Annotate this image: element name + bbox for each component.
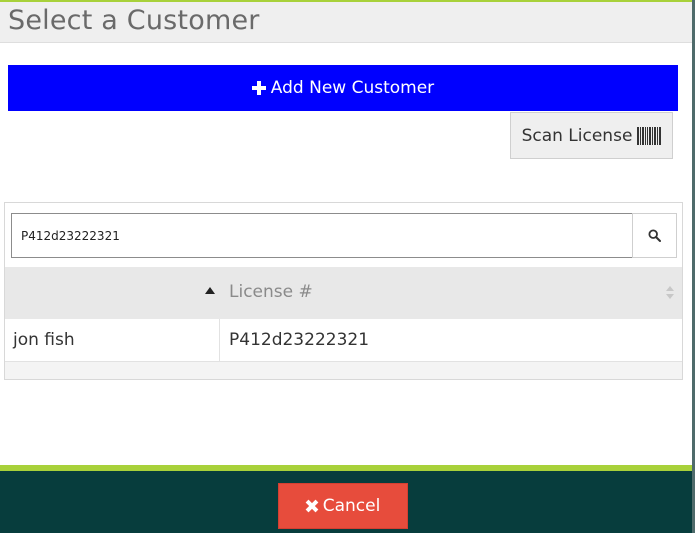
times-icon <box>306 500 318 512</box>
plus-icon <box>251 81 266 95</box>
sort-icon <box>666 286 674 300</box>
search-button[interactable] <box>632 213 677 258</box>
page: Select a Customer Add New Customer Scan … <box>0 0 695 533</box>
cell-license-text: P412d23222321 <box>229 330 370 350</box>
cancel-label: Cancel <box>322 496 381 516</box>
column-header-license[interactable]: License # <box>220 267 682 319</box>
modal-header: Select a Customer <box>0 0 692 43</box>
search-box <box>11 213 633 258</box>
sort-ascending-icon <box>205 287 215 294</box>
cell-name: jon fish <box>5 319 220 361</box>
select-customer-modal: Select a Customer Add New Customer Scan … <box>0 0 692 533</box>
scan-license-button[interactable]: Scan License <box>510 112 673 159</box>
add-new-customer-button[interactable]: Add New Customer <box>8 65 678 111</box>
add-new-customer-label: Add New Customer <box>270 78 435 98</box>
cell-name-text: jon fish <box>13 330 75 350</box>
column-header-name[interactable] <box>5 267 220 319</box>
cancel-button[interactable]: Cancel <box>278 483 408 529</box>
cell-license: P412d23222321 <box>220 319 682 361</box>
column-header-license-label: License # <box>229 282 313 302</box>
search-input[interactable] <box>12 214 632 257</box>
modal-title: Select a Customer <box>8 5 260 36</box>
customer-table-panel: License # jon fish P412d23222321 <box>4 202 683 380</box>
table-header: License # <box>5 267 682 319</box>
table-row[interactable]: jon fish P412d23222321 <box>5 319 682 362</box>
table-footer <box>5 362 682 379</box>
modal-footer: Cancel <box>0 465 692 533</box>
search-icon <box>648 229 661 242</box>
scan-license-label: Scan License <box>521 125 633 146</box>
barcode-icon <box>637 126 662 145</box>
